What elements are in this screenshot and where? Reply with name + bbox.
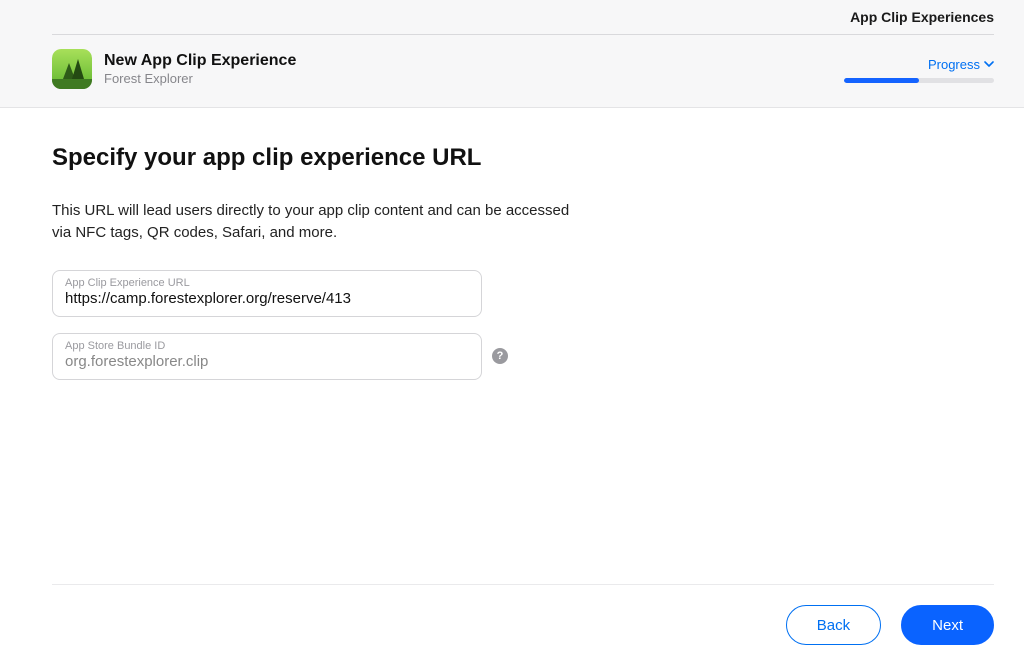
section-heading: Specify your app clip experience URL bbox=[52, 144, 972, 172]
top-breadcrumb-bar: App Clip Experiences bbox=[0, 0, 1024, 34]
main-content: Specify your app clip experience URL Thi… bbox=[0, 108, 1024, 380]
url-input[interactable] bbox=[65, 290, 469, 307]
bundle-id-field-label: App Store Bundle ID bbox=[65, 340, 469, 352]
progress-fill bbox=[844, 78, 919, 83]
url-field-label: App Clip Experience URL bbox=[65, 277, 469, 289]
footer-divider bbox=[52, 584, 994, 585]
section-description: This URL will lead users directly to you… bbox=[52, 200, 572, 244]
breadcrumb[interactable]: App Clip Experiences bbox=[850, 9, 994, 25]
progress-label: Progress bbox=[928, 57, 980, 72]
footer-actions: Back Next bbox=[786, 605, 994, 645]
page-header: New App Clip Experience Forest Explorer … bbox=[52, 34, 994, 107]
bundle-id-field: App Store Bundle ID bbox=[52, 333, 482, 380]
back-button[interactable]: Back bbox=[786, 605, 881, 645]
app-icon bbox=[52, 49, 92, 89]
progress-bar bbox=[844, 78, 994, 83]
chevron-down-icon bbox=[984, 61, 994, 68]
help-icon[interactable]: ? bbox=[492, 348, 508, 364]
next-button[interactable]: Next bbox=[901, 605, 994, 645]
page-subtitle: Forest Explorer bbox=[104, 71, 296, 87]
bundle-id-input bbox=[65, 353, 469, 370]
progress-disclosure[interactable]: Progress bbox=[928, 57, 994, 72]
url-field[interactable]: App Clip Experience URL bbox=[52, 270, 482, 317]
page-title: New App Clip Experience bbox=[104, 51, 296, 71]
